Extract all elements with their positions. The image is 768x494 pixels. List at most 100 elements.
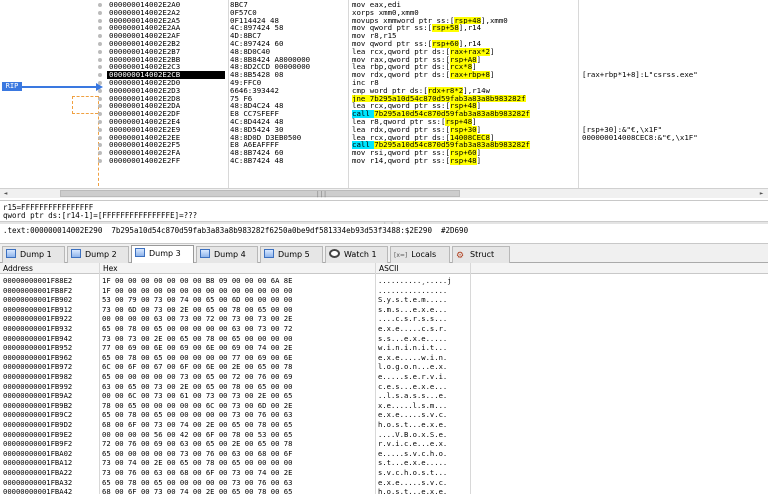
dump-ascii[interactable]: e.....s.v.c.h.o. xyxy=(378,449,447,459)
dump-row[interactable]: 00000000001FB962 65 00 78 00 65 00 00 00 … xyxy=(0,353,768,363)
scroll-left-icon[interactable]: ◄ xyxy=(1,190,10,198)
disassembly-horizontal-scrollbar[interactable]: ◄ ||| ► xyxy=(0,188,768,198)
breakpoint-dot-icon[interactable] xyxy=(98,49,102,54)
dump-hex-bytes[interactable]: 65 00 78 00 65 00 00 00 00 00 77 00 69 0… xyxy=(102,353,292,363)
breakpoint-dot-icon[interactable] xyxy=(98,81,102,85)
breakpoint-dot-icon[interactable] xyxy=(98,26,102,31)
dump-hex-bytes[interactable]: 65 00 78 00 65 00 00 00 00 00 63 00 73 0… xyxy=(102,324,292,334)
dump-row[interactable]: 00000000001FB972 6C 00 6F 00 67 00 6F 00 … xyxy=(0,362,768,372)
dump-hex-bytes[interactable]: 63 00 65 00 73 00 2E 00 65 00 78 00 65 0… xyxy=(102,382,292,392)
breakpoint-dot-icon[interactable] xyxy=(98,34,102,39)
hex-dump-view[interactable]: Address Hex ASCII 00000000001F88E2 1F 00 … xyxy=(0,263,768,494)
dump-hex-bytes[interactable]: 68 00 6F 00 73 00 74 00 2E 00 65 00 78 0… xyxy=(102,420,292,430)
dump-ascii[interactable]: e.x.e.....c.s.r. xyxy=(378,324,447,334)
dump-hex-bytes[interactable]: 73 00 6D 00 73 00 2E 00 65 00 78 00 65 0… xyxy=(102,305,292,315)
tab-dump-5[interactable]: Dump 5 xyxy=(260,246,323,263)
scroll-right-icon[interactable]: ► xyxy=(757,190,766,198)
dump-hex-bytes[interactable]: 1F 00 00 00 00 00 00 00 B8 09 00 00 00 6… xyxy=(102,276,292,286)
tab-dump-1[interactable]: Dump 1 xyxy=(2,246,65,263)
scroll-thumb[interactable]: ||| xyxy=(60,190,460,198)
breakpoint-dot-icon[interactable] xyxy=(98,57,102,62)
tab-locals[interactable]: [x=] Locals xyxy=(390,246,450,263)
hex-column-header[interactable]: Hex xyxy=(103,263,118,274)
breakpoint-dot-icon[interactable] xyxy=(98,42,102,46)
breakpoint-dot-icon[interactable] xyxy=(98,65,102,70)
dump-hex-bytes[interactable]: 73 00 76 00 63 00 68 00 6F 00 73 00 74 0… xyxy=(102,468,292,478)
dump-row[interactable]: 00000000001FB992 63 00 65 00 73 00 2E 00 … xyxy=(0,382,768,392)
dump-row[interactable]: 00000000001F88E2 1F 00 00 00 00 00 00 00 … xyxy=(0,276,768,286)
dump-ascii[interactable]: e.x.e.....w.i.n. xyxy=(378,353,447,363)
address-column-header[interactable]: Address xyxy=(3,263,33,274)
breakpoint-dot-icon[interactable] xyxy=(98,104,102,109)
ascii-column-header[interactable]: ASCII xyxy=(379,263,399,274)
breakpoint-dot-icon[interactable] xyxy=(98,120,102,124)
dump-ascii[interactable]: ....c.s.r.s.s... xyxy=(378,314,447,324)
dump-ascii[interactable]: w.i.n.i.n.i.t... xyxy=(378,343,447,353)
breakpoint-dot-icon[interactable] xyxy=(98,10,102,15)
dump-hex-bytes[interactable]: 73 00 74 00 2E 00 65 00 78 00 65 00 00 0… xyxy=(102,458,292,468)
breakpoint-dot-icon[interactable] xyxy=(98,73,102,78)
breakpoint-dot-icon[interactable] xyxy=(98,151,102,156)
dump-row[interactable]: 00000000001FB952 77 00 69 00 6E 00 69 00 … xyxy=(0,343,768,353)
dump-row[interactable]: 00000000001FB942 73 00 73 00 2E 00 65 00 … xyxy=(0,334,768,344)
dump-row[interactable]: 00000000001FB932 65 00 78 00 65 00 00 00 … xyxy=(0,324,768,334)
dump-hex-bytes[interactable]: 65 00 78 00 65 00 00 00 00 00 73 00 76 0… xyxy=(102,410,292,420)
dump-ascii[interactable]: h.o.s.t...e.x.e. xyxy=(378,487,447,494)
dump-hex-bytes[interactable]: 78 00 65 00 00 00 00 00 6C 00 73 00 6D 0… xyxy=(102,401,292,411)
dump-hex-bytes[interactable]: 00 00 6C 00 73 00 61 00 73 00 73 00 2E 0… xyxy=(102,391,292,401)
dump-row[interactable]: 00000000001FBA02 65 00 00 00 00 00 73 00 … xyxy=(0,449,768,459)
dump-ascii[interactable]: ................ xyxy=(378,286,447,296)
dump-ascii[interactable]: r.v.i.c.e...e.x. xyxy=(378,439,447,449)
breakpoint-dot-icon[interactable] xyxy=(98,127,102,132)
dump-ascii[interactable]: l.o.g.o.n...e.x. xyxy=(378,362,447,372)
dump-hex-bytes[interactable]: 00 00 00 00 56 00 42 00 6F 00 78 00 53 0… xyxy=(102,430,292,440)
dump-hex-bytes[interactable]: 65 00 78 00 65 00 00 00 00 00 73 00 76 0… xyxy=(102,478,292,488)
dump-row[interactable]: 00000000001FB922 00 00 00 00 63 00 73 00 … xyxy=(0,314,768,324)
breakpoint-dot-icon[interactable] xyxy=(98,3,102,7)
dump-row[interactable]: 00000000001FB912 73 00 6D 00 73 00 2E 00 … xyxy=(0,305,768,315)
dump-row[interactable]: 00000000001FBA32 65 00 78 00 65 00 00 00 … xyxy=(0,478,768,488)
dump-ascii[interactable]: ....V.B.o.x.S.e. xyxy=(378,430,447,440)
tab-dump-2[interactable]: Dump 2 xyxy=(67,246,129,263)
tab-struct[interactable]: ⚙ Struct xyxy=(452,246,510,263)
dump-ascii[interactable]: s.m.s...e.x.e... xyxy=(378,305,447,315)
dump-row[interactable]: 00000000001FB8F2 1F 00 00 00 00 00 00 00 … xyxy=(0,286,768,296)
breakpoint-dot-icon[interactable] xyxy=(98,88,102,93)
dump-row[interactable]: 00000000001FB9F2 72 00 76 00 69 00 63 00 … xyxy=(0,439,768,449)
tab-dump-3[interactable]: Dump 3 xyxy=(131,245,194,264)
dump-ascii[interactable]: ..l.s.a.s.s...e. xyxy=(378,391,447,401)
dump-row[interactable]: 00000000001FB9E2 00 00 00 00 56 00 42 00 … xyxy=(0,430,768,440)
tab-watch-1[interactable]: Watch 1 xyxy=(325,246,388,263)
dump-hex-bytes[interactable]: 00 00 00 00 63 00 73 00 72 00 73 00 73 0… xyxy=(102,314,292,324)
dump-row[interactable]: 00000000001FB9A2 00 00 6C 00 73 00 61 00 … xyxy=(0,391,768,401)
dump-hex-bytes[interactable]: 77 00 69 00 6E 00 69 00 6E 00 69 00 74 0… xyxy=(102,343,292,353)
dump-hex-bytes[interactable]: 65 00 00 00 00 00 73 00 76 00 63 00 68 0… xyxy=(102,449,292,459)
dump-hex-bytes[interactable]: 73 00 73 00 2E 00 65 00 78 00 65 00 00 0… xyxy=(102,334,292,344)
dump-row[interactable]: 00000000001FBA42 68 00 6F 00 73 00 74 00 … xyxy=(0,487,768,494)
disassembly-row[interactable]: 000000014002E2FF 4C:8B7424 48 mov r14,qwor… xyxy=(0,157,768,165)
dump-hex-bytes[interactable]: 68 00 6F 00 73 00 74 00 2E 00 65 00 78 0… xyxy=(102,487,292,494)
breakpoint-dot-icon[interactable] xyxy=(98,96,102,101)
dump-row[interactable]: 00000000001FB9B2 78 00 65 00 00 00 00 00 … xyxy=(0,401,768,411)
dump-ascii[interactable]: s.t...e.x.e..... xyxy=(378,458,447,468)
dump-ascii[interactable]: e.x.e.....s.v.c. xyxy=(378,410,447,420)
breakpoint-dot-icon[interactable] xyxy=(98,135,102,140)
dump-ascii[interactable]: s.s...e.x.e..... xyxy=(378,334,447,344)
dump-hex-bytes[interactable]: 6C 00 6F 00 67 00 6F 00 6E 00 2E 00 65 0… xyxy=(102,362,292,372)
dump-row[interactable]: 00000000001FB902 53 00 79 00 73 00 74 00 … xyxy=(0,295,768,305)
dump-ascii[interactable]: e.x.e.....s.v.c. xyxy=(378,478,447,488)
disassembly-view[interactable]: RIP 000000014002E2A0 8BC7 mov eax,edi 00000… xyxy=(0,0,768,200)
breakpoint-dot-icon[interactable] xyxy=(98,143,102,148)
dump-hex-bytes[interactable]: 53 00 79 00 73 00 74 00 65 00 6D 00 00 0… xyxy=(102,295,292,305)
dump-ascii[interactable]: c.e.s...e.x.e... xyxy=(378,382,447,392)
dump-ascii[interactable]: S.y.s.t.e.m..... xyxy=(378,295,447,305)
dump-hex-bytes[interactable]: 1F 00 00 00 00 00 00 00 00 00 00 00 00 0… xyxy=(102,286,292,296)
dump-row[interactable]: 00000000001FB982 65 00 00 00 00 00 73 00 … xyxy=(0,372,768,382)
dump-ascii[interactable]: e.....s.e.r.v.i. xyxy=(378,372,447,382)
dump-row[interactable]: 00000000001FB9D2 68 00 6F 00 73 00 74 00 … xyxy=(0,420,768,430)
dump-ascii[interactable]: s.v.c.h.o.s.t... xyxy=(378,468,447,478)
tab-dump-4[interactable]: Dump 4 xyxy=(196,246,258,263)
breakpoint-dot-icon[interactable] xyxy=(98,18,102,23)
dump-row[interactable]: 00000000001FBA22 73 00 76 00 63 00 68 00 … xyxy=(0,468,768,478)
dump-hex-bytes[interactable]: 72 00 76 00 69 00 63 00 65 00 2E 00 65 0… xyxy=(102,439,292,449)
